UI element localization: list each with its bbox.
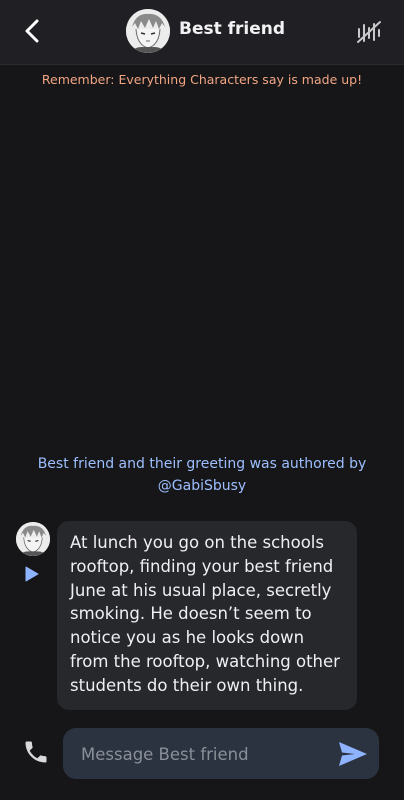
play-audio-button[interactable]	[25, 566, 39, 582]
call-button[interactable]	[22, 738, 50, 766]
disclaimer-text: Remember: Everything Characters say is m…	[41, 72, 363, 87]
message-bubble: At lunch you go on the schools rooftop, …	[57, 521, 357, 710]
message-input[interactable]	[79, 728, 333, 781]
author-link[interactable]: @GabiSbusy	[158, 478, 246, 494]
character-avatar[interactable]	[126, 9, 170, 53]
author-credit: Best friend and their greeting was autho…	[20, 453, 384, 497]
voice-wave-icon	[357, 21, 381, 43]
play-icon	[25, 566, 39, 582]
chat-header: Best friend	[0, 0, 404, 65]
chevron-left-icon	[25, 19, 39, 43]
message-avatar[interactable]	[16, 522, 50, 556]
avatar-image	[16, 522, 50, 556]
send-icon	[339, 742, 367, 766]
avatar-image	[126, 9, 170, 53]
voice-button[interactable]	[356, 19, 382, 45]
chat-title: Best friend	[179, 19, 286, 39]
message-text: At lunch you go on the schools rooftop, …	[70, 533, 340, 695]
send-button[interactable]	[337, 740, 369, 768]
author-credit-text: Best friend and their greeting was autho…	[37, 456, 367, 472]
phone-icon	[25, 741, 47, 763]
message-composer	[63, 728, 379, 781]
back-button[interactable]	[20, 17, 46, 45]
